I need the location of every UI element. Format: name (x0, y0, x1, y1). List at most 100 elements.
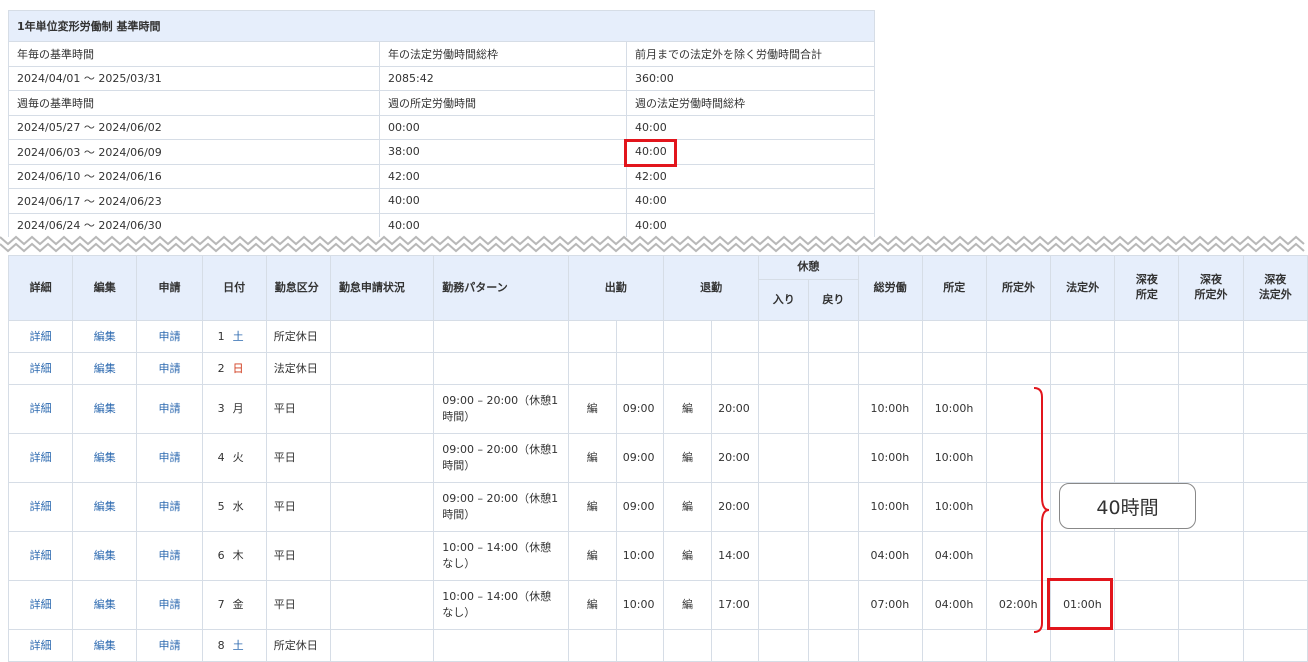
clock-in-edit-mark: 編 (567, 433, 617, 483)
clock-out-edit-mark: 編 (662, 580, 713, 630)
apply-cell: 申請 (136, 531, 203, 581)
night-non-statutory-cell (1242, 531, 1308, 581)
apply-link[interactable]: 申請 (158, 598, 180, 611)
value-cell: 38:00 (379, 139, 627, 165)
detail-link[interactable]: 詳細 (30, 549, 52, 562)
night-non-statutory-cell (1242, 433, 1308, 483)
scheduled-cell: 10:00h (921, 482, 987, 532)
col-total-work: 総労働 (857, 255, 923, 321)
request-status-cell (329, 320, 435, 353)
period-cell: 2024/05/27 ～ 2024/06/02 (8, 114, 380, 140)
break-in-cell (758, 320, 810, 353)
category-cell: 所定休日 (265, 320, 331, 353)
non-statutory-cell (1050, 320, 1116, 353)
header-cell: 年の法定労働時間総枠 (379, 41, 627, 67)
col-break-out: 戻り (808, 279, 859, 321)
clock-out-edit-mark (662, 629, 713, 662)
edit-link[interactable]: 編集 (94, 362, 116, 375)
apply-link[interactable]: 申請 (158, 549, 180, 562)
edit-link[interactable]: 編集 (94, 451, 116, 464)
clock-in-edit-mark: 編 (567, 384, 617, 434)
weekly-standard-hours-table: 1年単位変形労働制 基準時間 年毎の基準時間 年の法定労働時間総枠 前月までの法… (8, 10, 875, 237)
detail-link[interactable]: 詳細 (30, 330, 52, 343)
detail-link[interactable]: 詳細 (30, 362, 52, 375)
clock-out-time: 20:00 (711, 433, 760, 483)
value-cell: 00:00 (379, 114, 627, 140)
request-status-cell (329, 384, 435, 434)
weekday: 日 (232, 361, 244, 375)
break-in-cell (758, 482, 810, 532)
value-cell: 40:00 (626, 188, 875, 214)
apply-link[interactable]: 申請 (158, 402, 180, 415)
apply-cell: 申請 (136, 580, 203, 630)
clock-out-edit-mark (662, 352, 713, 385)
col-clock-in: 出勤 (567, 255, 664, 321)
break-out-cell (808, 352, 859, 385)
weekly-row: 2024/05/27 ～ 2024/06/02 00:00 40:00 (8, 114, 875, 140)
col-date: 日付 (201, 255, 267, 321)
clock-in-time (615, 629, 664, 662)
date-cell: 1土 (201, 320, 267, 353)
detail-link[interactable]: 詳細 (30, 500, 52, 513)
col-non-scheduled: 所定外 (985, 255, 1052, 321)
detail-cell: 詳細 (7, 384, 74, 434)
night-scheduled-cell (1114, 433, 1180, 483)
break-out-cell (808, 531, 859, 581)
night-scheduled-cell (1114, 531, 1180, 581)
table-title: 1年単位変形労働制 基準時間 (8, 10, 875, 42)
non-statutory-cell (1050, 531, 1116, 581)
category-cell: 法定休日 (265, 352, 331, 385)
apply-link[interactable]: 申請 (158, 362, 180, 375)
night-non-scheduled-cell (1178, 320, 1244, 353)
edit-link[interactable]: 編集 (94, 639, 116, 652)
edit-link[interactable]: 編集 (94, 549, 116, 562)
col-work-pattern: 勤務パターン (433, 255, 569, 321)
apply-link[interactable]: 申請 (158, 451, 180, 464)
table-row: 詳細 編集 申請 8 土所定休日 (7, 629, 1308, 662)
period-cell: 2024/06/03 ～ 2024/06/09 (8, 139, 380, 165)
header-cell: 週の法定労働時間総枠 (626, 90, 875, 116)
scheduled-cell: 10:00h (921, 384, 987, 434)
clock-in-time: 09:00 (615, 384, 664, 434)
night-scheduled-cell (1114, 384, 1180, 434)
clock-in-time: 10:00 (615, 531, 664, 581)
total-work-cell (857, 629, 923, 662)
day-number: 2 (217, 361, 225, 375)
break-in-cell (758, 384, 810, 434)
non-scheduled-cell (985, 352, 1052, 385)
detail-link[interactable]: 詳細 (30, 402, 52, 415)
header-line: 深夜 (1135, 273, 1158, 287)
edit-link[interactable]: 編集 (94, 330, 116, 343)
apply-link[interactable]: 申請 (158, 639, 180, 652)
detail-link[interactable]: 詳細 (30, 639, 52, 652)
table-row: 詳細 編集 申請 6 木平日 10:00 – 14:00（休憩なし）編 10:00 編 14:0… (7, 531, 1308, 581)
detail-link[interactable]: 詳細 (30, 451, 52, 464)
edit-cell: 編集 (72, 320, 138, 353)
night-non-scheduled-cell (1178, 580, 1244, 630)
apply-cell: 申請 (136, 320, 203, 353)
header-cell: 前月までの法定外を除く労働時間合計 (626, 41, 875, 67)
edit-link[interactable]: 編集 (94, 598, 116, 611)
date-cell: 6木 (201, 531, 267, 581)
scheduled-cell: 04:00h (921, 531, 987, 581)
weekday: 土 (232, 638, 244, 652)
col-edit: 編集 (72, 255, 138, 321)
total-work-cell: 04:00h (857, 531, 923, 581)
col-apply: 申請 (136, 255, 203, 321)
weekday: 金 (232, 598, 244, 612)
edit-link[interactable]: 編集 (94, 402, 116, 415)
total-work-cell (857, 320, 923, 353)
value-cell: 2085:42 (379, 65, 627, 91)
break-out-cell (808, 433, 859, 483)
header-line: 深夜 (1264, 273, 1287, 287)
edit-cell: 編集 (72, 384, 138, 434)
apply-link[interactable]: 申請 (158, 500, 180, 513)
non-statutory-cell (1050, 433, 1116, 483)
detail-link[interactable]: 詳細 (30, 598, 52, 611)
edit-link[interactable]: 編集 (94, 500, 116, 513)
clock-in-time (615, 352, 664, 385)
break-out-cell (808, 482, 859, 532)
night-non-scheduled-cell (1178, 352, 1244, 385)
col-scheduled: 所定 (921, 255, 987, 321)
apply-link[interactable]: 申請 (158, 330, 180, 343)
